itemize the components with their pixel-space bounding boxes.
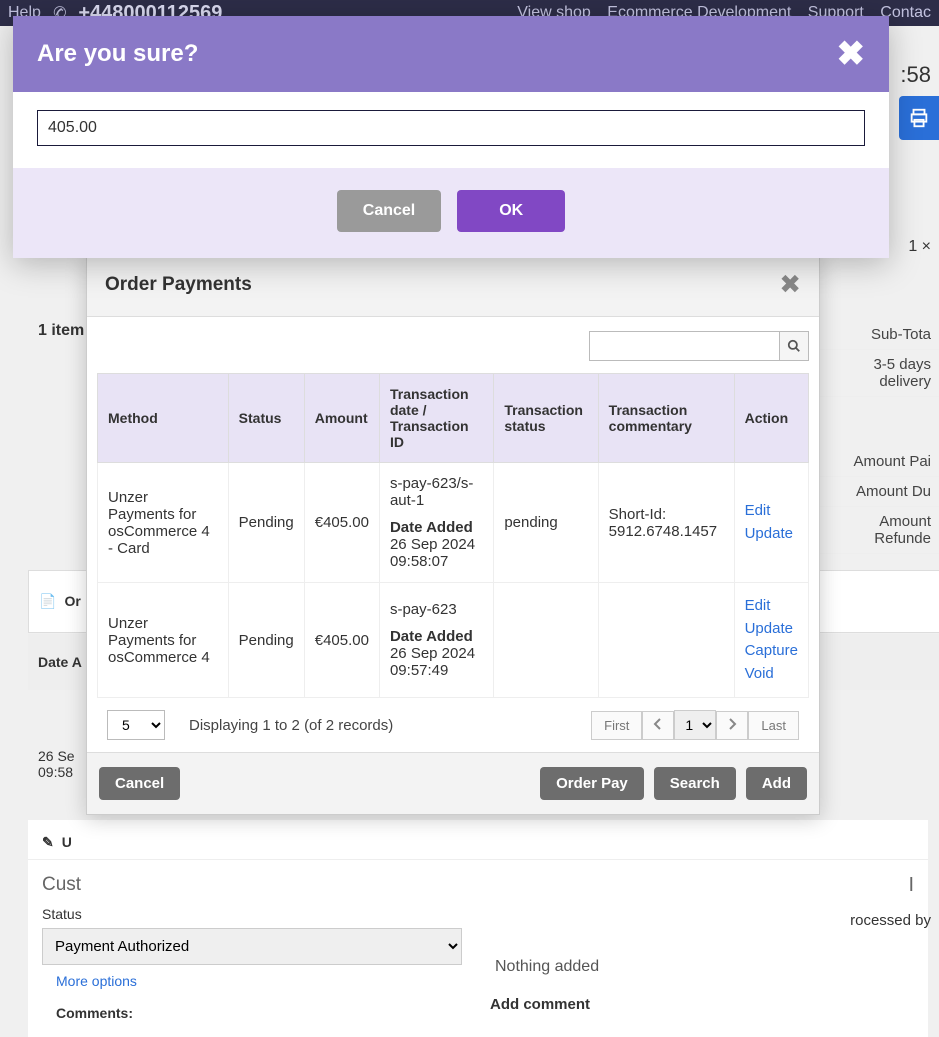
bg-processed-by: rocessed by bbox=[850, 912, 931, 929]
cell-status: Pending bbox=[228, 583, 304, 698]
bg-add-comment-label: Add comment bbox=[490, 996, 590, 1013]
col-amount[interactable]: Amount bbox=[304, 374, 379, 463]
bg-status-label: Status bbox=[42, 906, 462, 922]
bg-u-label: U bbox=[62, 834, 72, 851]
col-txid[interactable]: Transaction date / Transaction ID bbox=[379, 374, 493, 463]
pager-next[interactable] bbox=[716, 711, 748, 740]
cell-txid: s-pay-623 Date Added 26 Sep 2024 09:57:4… bbox=[379, 583, 493, 698]
order-payments-search-button[interactable] bbox=[779, 331, 809, 361]
bg-header-time: :58 bbox=[900, 62, 931, 88]
cell-amount: €405.00 bbox=[304, 463, 379, 583]
order-payments-close-icon[interactable]: ✖ bbox=[779, 269, 801, 300]
bg-subtotal: Sub-Tota bbox=[819, 320, 939, 350]
displaying-text: Displaying 1 to 2 (of 2 records) bbox=[189, 717, 393, 734]
pager: First 1 Last bbox=[591, 710, 799, 740]
pager-page-select[interactable]: 1 bbox=[674, 710, 716, 740]
chevron-right-icon bbox=[727, 718, 737, 730]
bg-customer-label: Cust bbox=[42, 874, 462, 896]
bg-delivery: 3-5 days delivery bbox=[819, 350, 939, 397]
cell-actions: Edit Update Capture Void bbox=[734, 583, 808, 698]
confirm-close-icon[interactable]: ✖ bbox=[837, 34, 866, 74]
cell-amount: €405.00 bbox=[304, 583, 379, 698]
order-payments-cancel-button[interactable]: Cancel bbox=[99, 767, 180, 800]
pager-prev[interactable] bbox=[642, 711, 674, 740]
order-payments-dialog: Order Payments ✖ Method Status Amount Tr… bbox=[86, 252, 820, 815]
cell-txstatus: pending bbox=[494, 463, 598, 583]
print-icon bbox=[908, 107, 930, 129]
action-update[interactable]: Update bbox=[745, 523, 798, 546]
order-pay-button[interactable]: Order Pay bbox=[540, 767, 644, 800]
col-txstatus[interactable]: Transaction status bbox=[494, 374, 598, 463]
cell-commentary: Short-Id: 5912.6748.1457 bbox=[598, 463, 734, 583]
table-row: Unzer Payments for osCommerce 4 - Card P… bbox=[98, 463, 809, 583]
comments-label: Comments: bbox=[42, 997, 462, 1029]
cell-actions: Edit Update bbox=[734, 463, 808, 583]
col-method[interactable]: Method bbox=[98, 374, 229, 463]
cell-commentary bbox=[598, 583, 734, 698]
cell-txid: s-pay-623/s-aut-1 Date Added 26 Sep 2024… bbox=[379, 463, 493, 583]
bg-amount-refunded: Amount Refunde bbox=[819, 507, 939, 554]
bg-items-count: 1 item bbox=[38, 322, 84, 340]
bg-qty-x: 1 × bbox=[908, 238, 931, 256]
order-payments-add-button[interactable]: Add bbox=[746, 767, 807, 800]
bg-status-panel: ✎ U Cust Status Payment Authorized More … bbox=[28, 820, 928, 1037]
page-size-select[interactable]: 5 bbox=[107, 710, 165, 740]
cell-method: Unzer Payments for osCommerce 4 - Card bbox=[98, 463, 229, 583]
status-select[interactable]: Payment Authorized bbox=[42, 928, 462, 965]
confirm-cancel-button[interactable]: Cancel bbox=[337, 190, 441, 232]
col-status[interactable]: Status bbox=[228, 374, 304, 463]
col-action[interactable]: Action bbox=[734, 374, 808, 463]
bg-i-label: I bbox=[908, 874, 914, 897]
action-edit[interactable]: Edit bbox=[745, 595, 798, 618]
confirm-dialog: Are you sure? ✖ Cancel OK bbox=[13, 16, 889, 258]
print-button[interactable] bbox=[899, 96, 939, 140]
pager-last[interactable]: Last bbox=[748, 711, 799, 740]
cell-status: Pending bbox=[228, 463, 304, 583]
action-update[interactable]: Update bbox=[745, 618, 798, 641]
action-void[interactable]: Void bbox=[745, 663, 798, 686]
action-capture[interactable]: Capture bbox=[745, 640, 798, 663]
bg-amount-due: Amount Du bbox=[819, 477, 939, 507]
order-payments-search-action-button[interactable]: Search bbox=[654, 767, 736, 800]
confirm-title: Are you sure? bbox=[37, 40, 198, 68]
search-icon bbox=[787, 339, 801, 353]
more-options-link[interactable]: More options bbox=[42, 965, 462, 997]
bg-order-history-date: 26 Se 09:58 bbox=[28, 734, 85, 794]
bg-totals-column: Sub-Tota 3-5 days delivery Amount Pai Am… bbox=[819, 320, 939, 554]
bg-amount-paid: Amount Pai bbox=[819, 447, 939, 477]
pager-first[interactable]: First bbox=[591, 711, 642, 740]
cell-txstatus bbox=[494, 583, 598, 698]
confirm-ok-button[interactable]: OK bbox=[457, 190, 565, 232]
chevron-left-icon bbox=[653, 718, 663, 730]
cell-method: Unzer Payments for osCommerce 4 bbox=[98, 583, 229, 698]
col-commentary[interactable]: Transaction commentary bbox=[598, 374, 734, 463]
table-row: Unzer Payments for osCommerce 4 Pending … bbox=[98, 583, 809, 698]
bg-nothing-added: Nothing added bbox=[495, 958, 599, 976]
action-edit[interactable]: Edit bbox=[745, 500, 798, 523]
order-payments-search-input[interactable] bbox=[589, 331, 779, 361]
order-payments-title: Order Payments bbox=[105, 274, 252, 296]
confirm-amount-input[interactable] bbox=[37, 110, 865, 146]
order-payments-table: Method Status Amount Transaction date / … bbox=[97, 373, 809, 698]
